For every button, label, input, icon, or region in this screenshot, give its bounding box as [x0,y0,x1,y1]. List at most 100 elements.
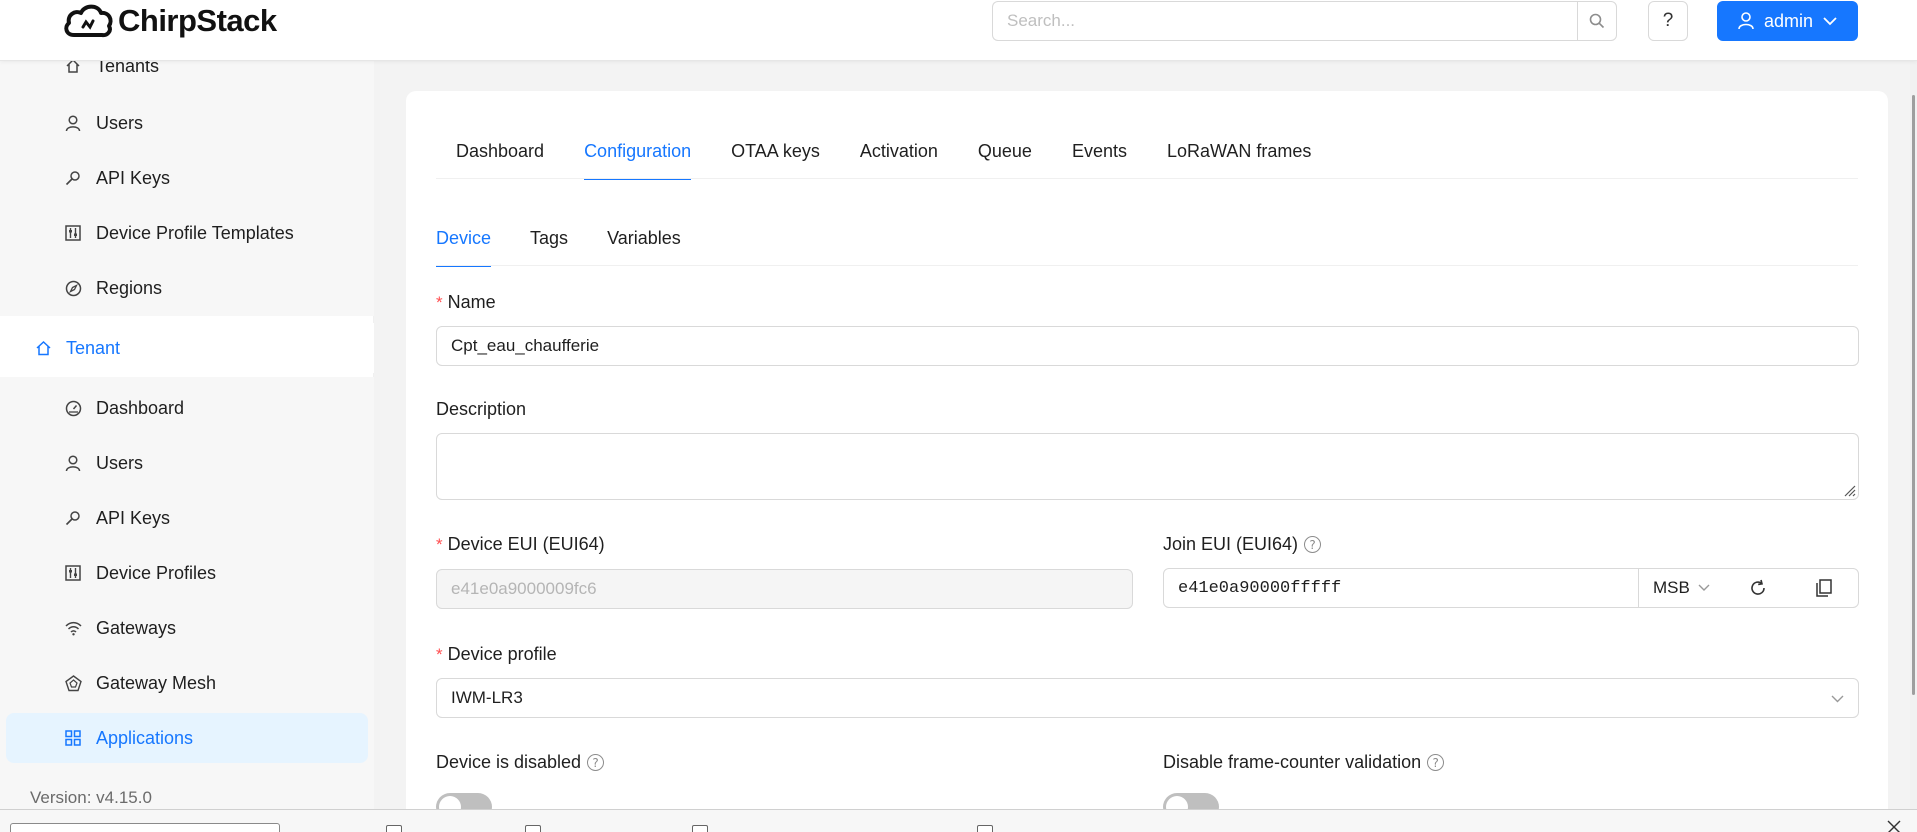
tabs-divider [436,178,1858,179]
top-header: ChirpStack ? admin [0,0,1917,61]
sliders-icon [64,564,82,582]
tab-configuration[interactable]: Configuration [584,141,692,180]
search-button[interactable] [1577,1,1617,41]
dev-eui-label: * Device EUI (EUI64) [436,534,605,555]
logo[interactable]: ChirpStack [62,0,277,42]
join-eui-addon: MSB [1638,568,1859,608]
compass-icon [64,279,82,297]
dev-eui-input: e41e0a9000009fc6 [436,569,1133,609]
sidebar-item-device-profile-templates[interactable]: Device Profile Templates [0,208,374,258]
name-label: * Name [436,292,496,313]
help-circle-icon[interactable]: ? [1427,754,1445,771]
user-icon [64,454,82,472]
device-profile-value: IWM-LR3 [451,688,523,707]
chevron-down-icon [1831,695,1844,703]
user-menu-button[interactable]: admin [1717,1,1858,41]
sidebar-item-api-keys[interactable]: API Keys [0,493,374,543]
tab-variables[interactable]: Variables [607,228,681,249]
search-icon [1589,13,1605,29]
sidebar-item-label: API Keys [96,167,171,188]
device-tabs: Dashboard Configuration OTAA keys Activa… [456,141,1311,180]
close-icon[interactable] [1887,820,1901,832]
generate-button[interactable] [1749,579,1767,602]
sidebar-item-users[interactable]: Users [0,98,374,148]
sidebar-item-applications[interactable]: Applications [6,713,368,763]
help-circle-icon[interactable]: ? [587,754,605,771]
copy-icon [1816,579,1832,597]
sidebar-item-dashboard[interactable]: Dashboard [0,383,374,433]
sidebar-item-label: Device Profile Templates [96,222,294,243]
sidebar-item-gateway-mesh[interactable]: Gateway Mesh [0,658,374,708]
sidebar-item-label: Tenant [66,337,121,358]
sidebar-item-label: Applications [96,727,194,748]
brand-name: ChirpStack [118,3,277,38]
user-icon [1738,12,1754,30]
required-marker: * [436,292,443,312]
checkbox[interactable] [692,825,708,832]
sidebar-item-users[interactable]: Users [0,438,374,488]
sidebar-item-gateways[interactable]: Gateways [0,603,374,653]
fcnt-validation-label-text: Disable frame-counter validation [1163,752,1422,772]
bottom-find-bar [0,809,1917,832]
chevron-down-icon [1823,16,1837,25]
sidebar-item-label: Gateway Mesh [96,672,217,693]
help-button[interactable]: ? [1648,1,1688,41]
tab-queue[interactable]: Queue [978,141,1032,162]
subtabs-divider [436,265,1858,266]
tab-otaa-keys[interactable]: OTAA keys [731,141,820,162]
name-input[interactable]: Cpt_eau_chaufferie [436,326,1859,366]
checkbox[interactable] [525,825,541,832]
scrollbar-thumb[interactable] [1912,95,1915,695]
sidebar-item-label: Users [96,452,144,473]
sidebar-item-label: API Keys [96,507,171,528]
version-text: Version: v4.15.0 [30,788,152,807]
device-card: Dashboard Configuration OTAA keys Activa… [406,91,1888,832]
cloud-logo-icon [64,4,113,38]
reload-icon [1751,579,1765,595]
search-box [992,1,1617,41]
sliders-icon [64,224,82,242]
sidebar-item-regions[interactable]: Regions [0,263,374,313]
device-profile-label-text: Device profile [447,644,557,664]
user-name: admin [1763,10,1814,31]
join-eui-input[interactable]: e41e0a90000fffff [1163,568,1639,608]
sidebar-item-label: Device Profiles [96,562,217,583]
tab-tags[interactable]: Tags [530,228,568,249]
tab-activation[interactable]: Activation [860,141,938,162]
config-subtabs: Device Tags Variables [436,228,681,267]
checkbox[interactable] [386,825,402,832]
resize-handle-icon [1844,485,1856,497]
sidebar-item-label: Dashboard [96,397,185,418]
home-icon [34,339,52,357]
description-textarea[interactable] [436,433,1859,500]
device-disabled-label-text: Device is disabled [436,752,582,772]
tab-events[interactable]: Events [1072,141,1127,162]
join-eui-label-text: Join EUI (EUI64) [1163,534,1299,554]
tab-lorawan-frames[interactable]: LoRaWAN frames [1167,141,1311,162]
tab-dashboard[interactable]: Dashboard [456,141,544,162]
name-label-text: Name [447,292,496,312]
copy-button[interactable] [1816,579,1832,602]
sidebar-item-label: Gateways [96,617,177,638]
sidebar-item-label: Users [96,112,144,133]
required-marker: * [436,644,443,664]
byte-order-select[interactable]: MSB [1653,578,1710,598]
key-icon [64,169,82,187]
apps-icon [64,729,82,747]
mesh-icon [64,674,82,692]
sidebar-group-tenant[interactable]: Tenant [0,323,374,373]
device-disabled-label: Device is disabled ? [436,752,605,773]
description-label: Description [436,399,527,419]
search-input[interactable] [992,1,1577,41]
sidebar-item-api-keys[interactable]: API Keys [0,153,374,203]
find-input[interactable] [10,823,280,832]
tab-device[interactable]: Device [436,228,492,267]
byte-order-value: MSB [1653,578,1690,597]
checkbox[interactable] [977,825,993,832]
sidebar-item-device-profiles[interactable]: Device Profiles [0,548,374,598]
user-icon [64,114,82,132]
help-circle-icon[interactable]: ? [1304,536,1322,553]
sidebar: Tenants Users API Keys Device Profile Te… [0,56,374,832]
device-profile-select[interactable]: IWM-LR3 [436,678,1859,718]
required-marker: * [436,534,443,554]
